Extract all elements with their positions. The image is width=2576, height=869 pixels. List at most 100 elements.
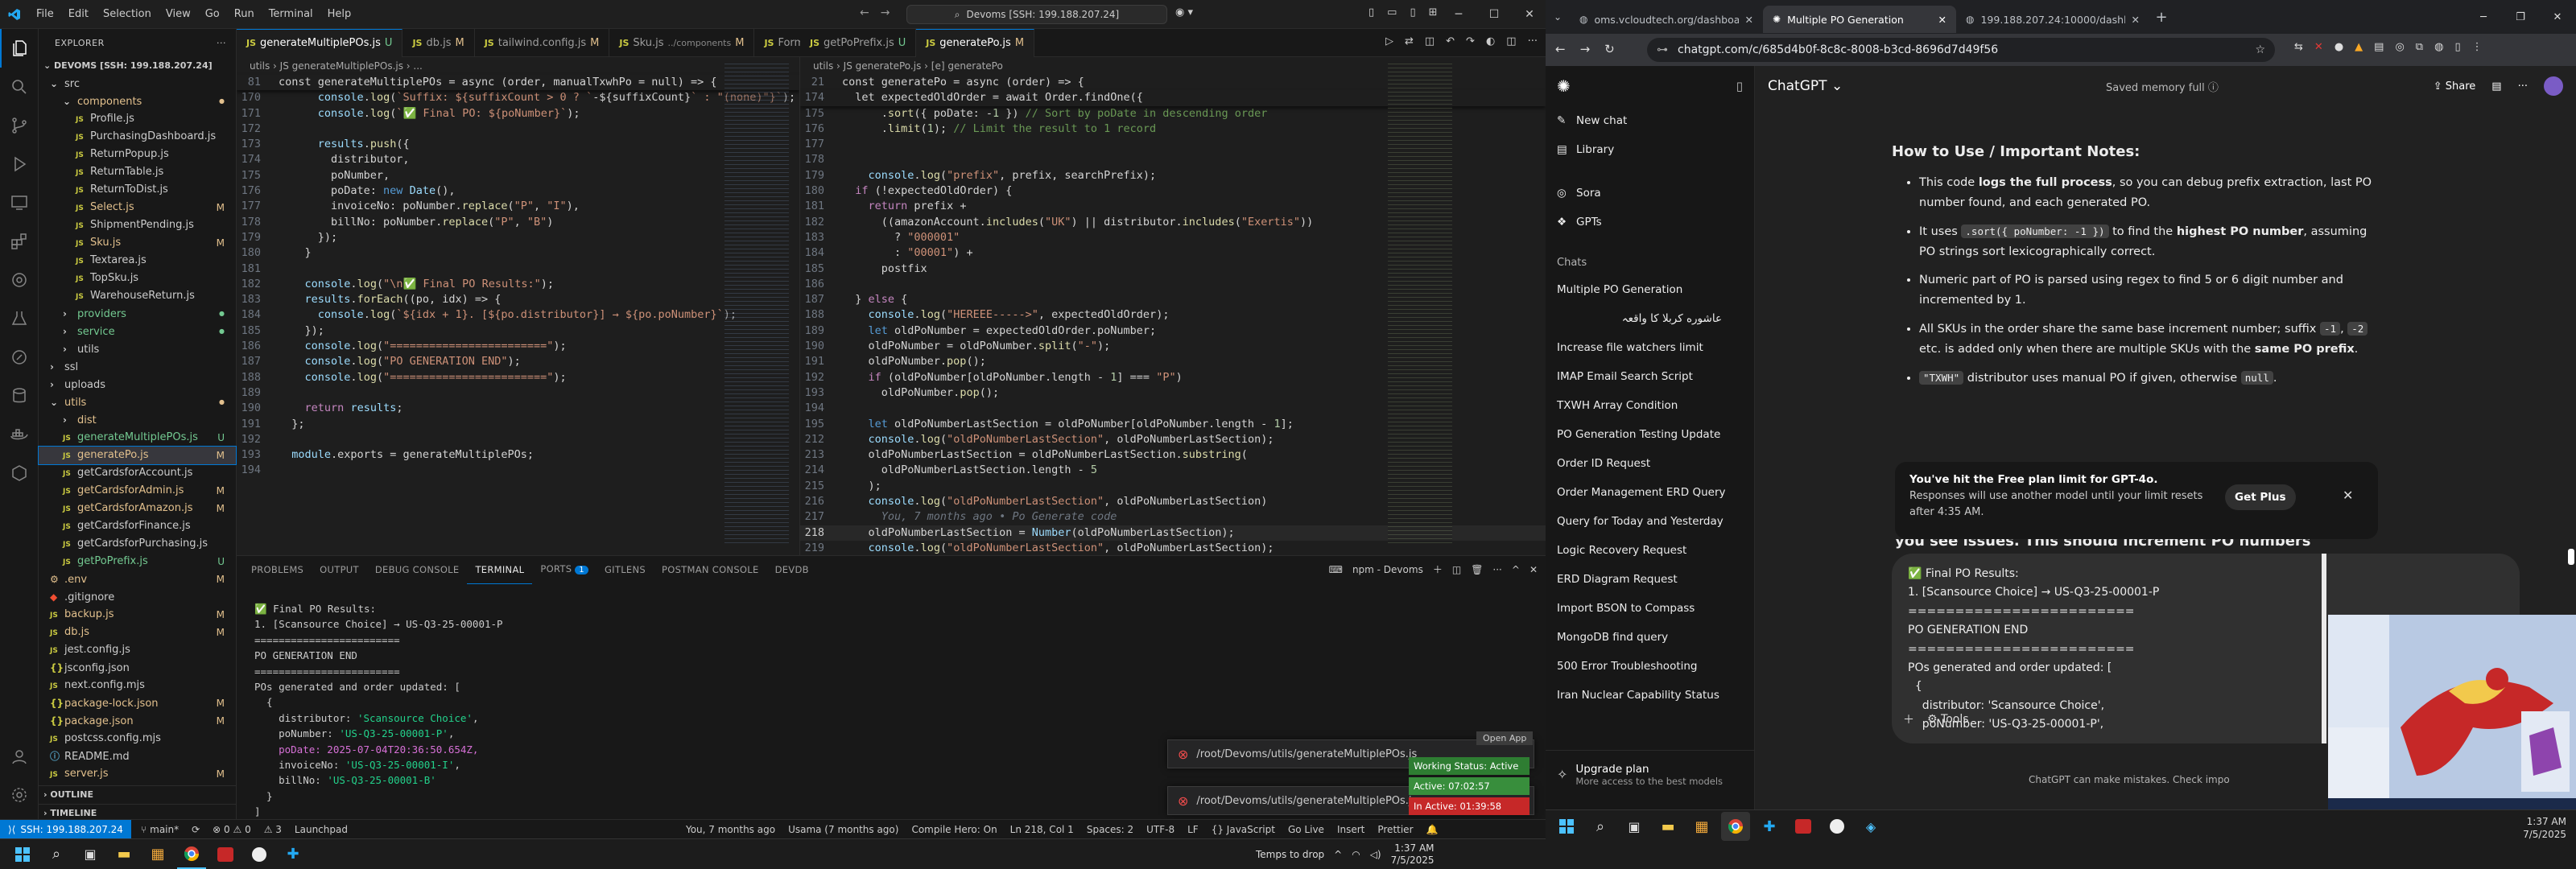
testing-icon[interactable] — [0, 299, 39, 338]
code-area-left[interactable]: 170 console.log(`Suffix: ${suffixCount >… — [237, 90, 799, 478]
chat-history-item[interactable]: Iran Nuclear Capability Status — [1546, 681, 1754, 710]
ext-icon-3[interactable]: ● — [2334, 41, 2343, 53]
menu-edit[interactable]: Edit — [61, 0, 96, 29]
restore-icon[interactable]: ❐ — [2502, 11, 2539, 23]
panel-tab-devdb[interactable]: DEVDB — [767, 556, 817, 583]
code-line[interactable]: 182 console.log("\n✅ Final PO Results:")… — [237, 277, 799, 292]
code-line[interactable]: 193 module.exports = generateMultiplePOs… — [237, 447, 799, 463]
sidebar-item-library[interactable]: ▤ Library — [1546, 135, 1754, 164]
code-line[interactable]: 183 results.forEach((po, idx) => { — [237, 292, 799, 307]
store-icon[interactable]: ▦ — [1687, 812, 1716, 841]
file-item[interactable]: JS WarehouseReturn.js — [39, 287, 236, 305]
store-icon[interactable]: ▦ — [143, 840, 172, 869]
code-line[interactable]: 176 poDate: new Date(), — [237, 183, 799, 199]
file-item[interactable]: JS getCardsforAccount.js — [39, 464, 236, 482]
split-editor-icon[interactable]: ◫ — [1506, 35, 1516, 47]
file-item[interactable]: ⓘ README.md — [39, 748, 236, 765]
close-icon[interactable]: ✕ — [2539, 11, 2576, 23]
maximize-icon[interactable]: ☐ — [1476, 8, 1512, 21]
panel-tab-terminal[interactable]: TERMINAL — [467, 556, 533, 584]
code-line[interactable]: 190 return results; — [237, 401, 799, 416]
vscode-taskbar-icon[interactable]: ✚ — [1755, 812, 1784, 841]
chat-history-item[interactable]: Import BSON to Compass — [1546, 594, 1754, 623]
vscode-taskbar-icon[interactable]: ✚ — [279, 840, 308, 869]
insert-mode[interactable]: Insert — [1337, 824, 1364, 835]
code-line[interactable]: 192 — [237, 432, 799, 447]
file-item[interactable]: JS server.js M — [39, 765, 236, 783]
browser-tab[interactable]: ✺ Multiple PO Generation ✕ — [1763, 6, 1956, 33]
file-item[interactable]: JS ReturnToDist.js — [39, 181, 236, 199]
status-chip[interactable]: Active: 07:02:57 — [1409, 777, 1530, 795]
minimap-right[interactable] — [1388, 62, 1452, 545]
folder-item[interactable]: › utils — [39, 340, 236, 358]
chat-history-item[interactable]: ERD Diagram Request — [1546, 565, 1754, 594]
file-item[interactable]: JS Select.js M — [39, 199, 236, 216]
cursor-position[interactable]: Ln 218, Col 1 — [1010, 824, 1074, 835]
code-line[interactable]: 188 console.log("=======================… — [237, 370, 799, 385]
minimize-icon[interactable]: ─ — [2465, 11, 2502, 23]
more-actions-icon[interactable]: ··· — [217, 38, 226, 48]
explorer-icon[interactable] — [0, 29, 39, 68]
compare-icon[interactable]: ⇄ — [1405, 35, 1414, 47]
branch-indicator[interactable]: ⑂ main* — [141, 824, 179, 835]
ext-icon-2[interactable]: ✕ — [2314, 41, 2323, 53]
editor-right[interactable]: utils › JS generatePo.js › [e] generateP… — [800, 57, 1546, 555]
folder-item[interactable]: › dist — [39, 411, 236, 429]
status-chip[interactable]: Working Status: Active — [1409, 757, 1530, 775]
editor-tab[interactable]: JS db.js M — [402, 28, 475, 57]
layout-secondary-icon[interactable]: ▯ — [1410, 6, 1415, 19]
postman-icon[interactable] — [0, 338, 39, 377]
warnings-indicator[interactable]: ⚠ 3 — [264, 824, 282, 835]
forward-icon[interactable]: ↷ — [1466, 35, 1475, 47]
panel-tab-postman-console[interactable]: POSTMAN CONSOLE — [654, 556, 767, 583]
file-item[interactable]: ⚙ .env M — [39, 570, 236, 588]
menu-help[interactable]: Help — [320, 0, 359, 29]
split-terminal-icon[interactable]: ◫ — [1452, 564, 1461, 575]
bookmark-star-icon[interactable]: ☆ — [2255, 38, 2265, 62]
panel-tab-output[interactable]: OUTPUT — [312, 556, 367, 583]
app-icon-blue[interactable]: ◈ — [1856, 812, 1885, 841]
file-item[interactable]: {}jsconfig.json — [39, 659, 236, 677]
get-plus-button[interactable]: Get Plus — [2225, 484, 2296, 510]
editor-tab[interactable]: JS tailwind.config.js M — [475, 28, 610, 57]
share-button[interactable]: ⇪ Share — [2434, 80, 2476, 93]
tools-button[interactable]: ⚙ Tools — [1927, 713, 1969, 726]
chrome-menu-icon[interactable]: ⋮ — [2472, 41, 2483, 53]
notifications-bell-icon[interactable]: 🔔 — [1426, 824, 1439, 835]
back-arrow-icon[interactable]: ← — [1555, 42, 1566, 56]
file-item[interactable]: JS Textarea.js — [39, 252, 236, 270]
code-line[interactable]: 178 billNo: poNumber.replace("P", "B") — [237, 215, 799, 230]
chat-history-item[interactable]: TXWH Array Condition — [1546, 391, 1754, 420]
chat-history-item[interactable]: Increase file watchers limit — [1546, 333, 1754, 362]
back-icon[interactable]: ↶ — [1446, 35, 1455, 47]
openai-logo-icon[interactable]: ✺ — [1557, 76, 1571, 96]
task-view-icon[interactable]: ▣ — [76, 840, 105, 869]
chat-history-item[interactable]: عاشوره کربلا کا واقعہ — [1546, 304, 1754, 333]
ext-icon-5[interactable]: ▤ — [2374, 41, 2384, 53]
maximize-panel-icon[interactable]: ^ — [1512, 564, 1520, 575]
editor-tab[interactable]: JS getPoPrefix.js U — [800, 28, 917, 57]
sticky-scroll-left[interactable]: 81 const generateMultiplePOs = async (ord… — [237, 75, 799, 90]
code-line[interactable]: 181 — [237, 262, 799, 277]
copilot-icon[interactable]: ◉ ▾ — [1175, 6, 1193, 19]
file-item[interactable]: JS getCardsforAmazon.js M — [39, 500, 236, 517]
profile-avatar-icon[interactable]: ◍ — [2434, 41, 2443, 53]
add-attachment-icon[interactable]: ＋ — [1903, 711, 1914, 727]
wifi-icon[interactable]: ◠ — [1352, 849, 1360, 860]
close-tab-icon[interactable]: ✕ — [1745, 14, 1753, 26]
chat-history-item[interactable]: MongoDB find query — [1546, 623, 1754, 652]
chat-history-item[interactable]: 500 Error Troubleshooting — [1546, 652, 1754, 681]
remote-explorer-icon[interactable] — [0, 183, 39, 222]
gitlens-action-icon[interactable]: ◐ — [1486, 35, 1495, 47]
nav-back-icon[interactable]: ← — [860, 6, 869, 19]
search-icon[interactable]: ⌕ — [1586, 812, 1615, 841]
sidepanel-icon[interactable]: ▯ — [2454, 41, 2460, 53]
ext-icon-1[interactable]: ⇆ — [2294, 41, 2303, 53]
sidebar-item-sora[interactable]: ◎ Sora — [1546, 179, 1754, 208]
command-center-search[interactable]: ⌕ Devoms [SSH: 199.188.207.24] — [906, 5, 1167, 24]
reload-icon[interactable]: ↻ — [1604, 42, 1615, 56]
code-line[interactable]: 194 — [237, 463, 799, 478]
prettier-status[interactable]: Prettier — [1377, 824, 1413, 835]
code-line[interactable]: 171 console.log(`✅ Final PO: ${poNumber}… — [237, 106, 799, 121]
problems-indicator[interactable]: ⊗ 0 ⚠ 0 — [213, 824, 251, 835]
